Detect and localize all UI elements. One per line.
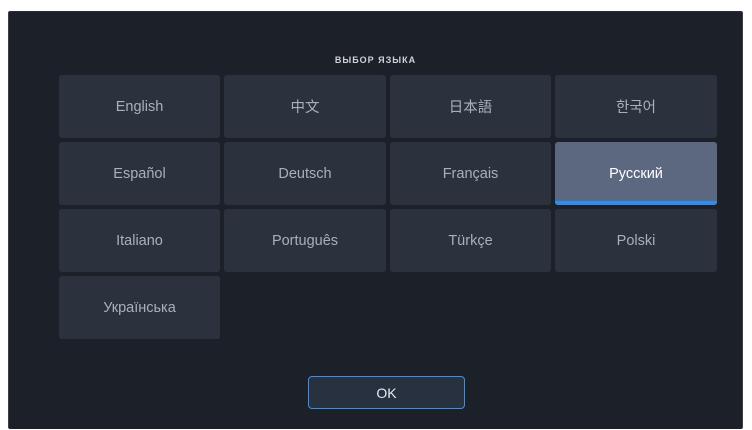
- language-option-polish[interactable]: Polski: [555, 209, 717, 272]
- language-label: Français: [442, 165, 499, 182]
- language-label: English: [115, 98, 164, 115]
- language-option-english[interactable]: English: [59, 75, 220, 138]
- language-option-russian[interactable]: Русский: [555, 142, 717, 205]
- language-selection-dialog: ВЫБОР ЯЗЫКА English 中文 日本語 한국어 Español D…: [8, 11, 743, 429]
- language-label: Polski: [616, 232, 656, 249]
- language-label: Русский: [609, 165, 663, 182]
- language-label: Українська: [103, 299, 176, 316]
- language-label: Español: [113, 165, 166, 182]
- selection-indicator: [555, 201, 717, 205]
- language-option-turkish[interactable]: Türkçe: [390, 209, 551, 272]
- dialog-title: ВЫБОР ЯЗЫКА: [334, 55, 417, 65]
- language-label: Português: [271, 232, 339, 249]
- language-option-italian[interactable]: Italiano: [59, 209, 220, 272]
- language-label: Italiano: [116, 232, 163, 249]
- language-grid: English 中文 日本語 한국어 Español Deutsch Franç…: [59, 75, 717, 339]
- language-option-korean[interactable]: 한국어: [555, 75, 717, 138]
- language-option-portuguese[interactable]: Português: [224, 209, 386, 272]
- language-option-ukrainian[interactable]: Українська: [59, 276, 220, 339]
- ok-button[interactable]: OK: [308, 376, 465, 409]
- language-label: 日本語: [448, 100, 493, 116]
- language-option-chinese[interactable]: 中文: [224, 75, 386, 138]
- language-option-german[interactable]: Deutsch: [224, 142, 386, 205]
- language-label: Deutsch: [278, 165, 332, 182]
- language-label: 中文: [290, 100, 320, 116]
- language-option-spanish[interactable]: Español: [59, 142, 220, 205]
- language-option-french[interactable]: Français: [390, 142, 551, 205]
- language-option-japanese[interactable]: 日本語: [390, 75, 551, 138]
- language-label: 한국어: [615, 100, 657, 116]
- language-label: Türkçe: [448, 232, 493, 249]
